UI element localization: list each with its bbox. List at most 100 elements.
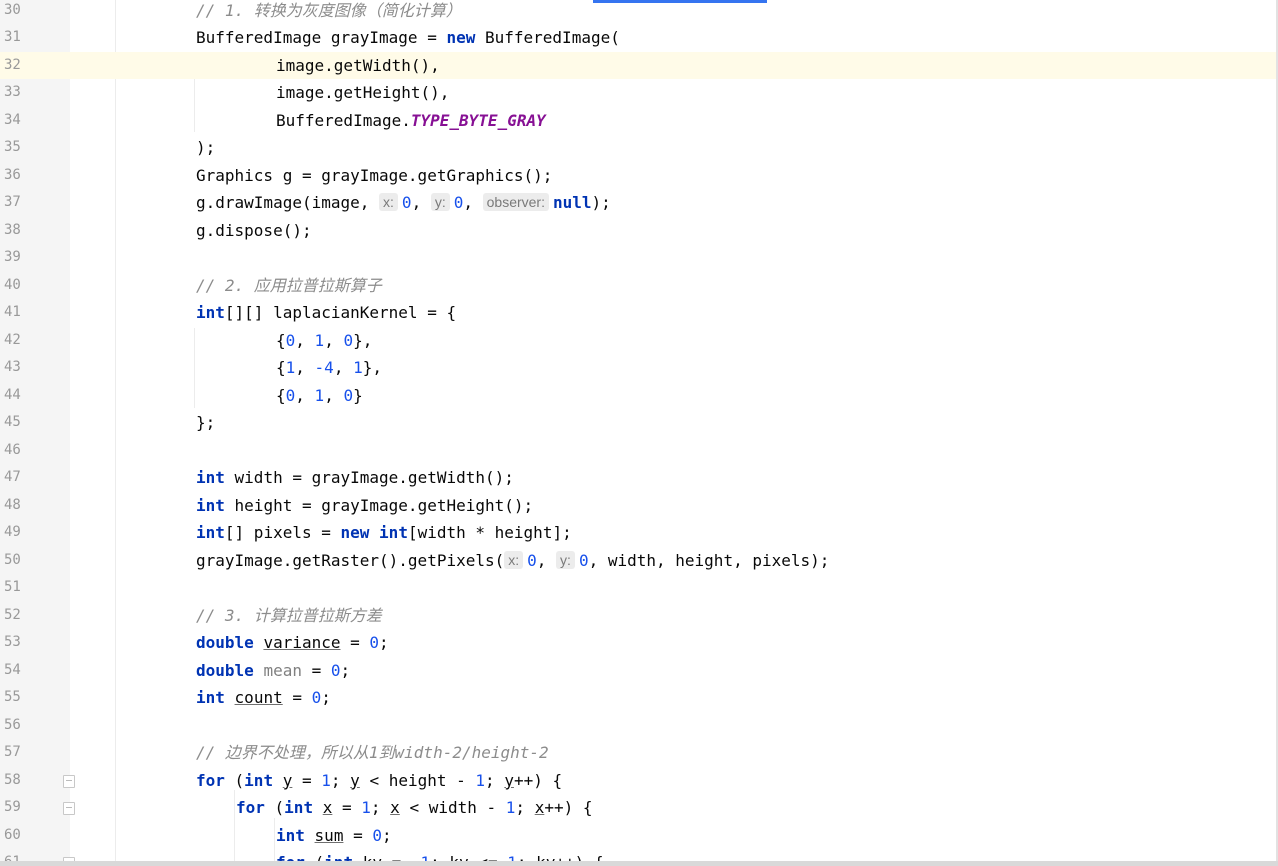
- code-token: ;: [330, 770, 351, 790]
- code-text[interactable]: double variance = 0;: [196, 629, 389, 657]
- code-token: BufferedImage(: [475, 28, 620, 47]
- code-token: y: [282, 770, 293, 790]
- parameter-hint: y:: [556, 550, 575, 569]
- code-text[interactable]: for (int x = 1; x < width - 1; x++) {: [236, 794, 593, 822]
- code-text[interactable]: {1, -4, 1},: [276, 354, 382, 382]
- code-line[interactable]: 50 grayImage.getRaster().getPixels(x: 0, y…: [0, 547, 1278, 575]
- code-line[interactable]: 46: [0, 437, 1278, 465]
- parameter-hint: x:: [504, 550, 524, 569]
- code-line[interactable]: 37 g.drawImage(image, x: 0, y: 0, observer:…: [0, 189, 1278, 217]
- code-line[interactable]: 49 int[] pixels = new int[width * height]…: [0, 519, 1278, 547]
- code-text[interactable]: image.getHeight(),: [276, 79, 449, 107]
- code-token: );: [591, 193, 611, 212]
- code-text[interactable]: };: [196, 409, 215, 437]
- line-number: 58: [4, 771, 21, 788]
- code-line[interactable]: 38 g.dispose();: [0, 217, 1278, 245]
- code-line[interactable]: 41 int[][] laplacianKernel = {: [0, 299, 1278, 327]
- code-token: grayImage.getRaster().getPixels(: [196, 550, 505, 570]
- code-line[interactable]: 54 double mean = 0;: [0, 657, 1278, 685]
- code-token: [] pixels =: [224, 523, 341, 542]
- code-text[interactable]: // 2. 应用拉普拉斯算子: [196, 272, 382, 300]
- code-line[interactable]: 47 int width = grayImage.getWidth();: [0, 464, 1278, 492]
- code-text[interactable]: );: [196, 134, 215, 162]
- code-editor[interactable]: 30 // 1. 转换为灰度图像（简化计算） 31 BufferedImage gra…: [0, 0, 1278, 866]
- code-token: TYPE_BYTE_GRAY: [410, 110, 546, 130]
- code-line[interactable]: 40 // 2. 应用拉普拉斯算子: [0, 272, 1278, 300]
- code-line[interactable]: 52 // 3. 计算拉普拉斯方差: [0, 602, 1278, 630]
- code-line[interactable]: 39: [0, 244, 1278, 272]
- line-number: 43: [4, 359, 21, 375]
- code-text[interactable]: int[] pixels = new int[width * height];: [196, 519, 572, 547]
- code-text[interactable]: int sum = 0;: [276, 822, 392, 850]
- code-line[interactable]: 33 image.getHeight(),: [0, 79, 1278, 107]
- code-text[interactable]: int width = grayImage.getWidth();: [196, 464, 514, 492]
- fold-marker-icon[interactable]: [63, 774, 75, 788]
- code-token: width = grayImage.getWidth();: [224, 468, 514, 487]
- code-token: int: [196, 523, 225, 542]
- line-number: 45: [4, 414, 21, 430]
- line-number: 50: [4, 551, 21, 568]
- code-token: // 2. 应用拉普拉斯算子: [196, 275, 382, 295]
- line-number: 37: [4, 194, 21, 210]
- code-token: 1: [475, 770, 486, 790]
- code-text[interactable]: Graphics g = grayImage.getGraphics();: [196, 162, 552, 190]
- code-line[interactable]: 45};: [0, 409, 1278, 437]
- fold-marker-icon[interactable]: [63, 802, 75, 815]
- code-line[interactable]: 35);: [0, 134, 1278, 162]
- code-token: 1: [285, 358, 296, 377]
- code-token: ;: [379, 633, 389, 652]
- line-number: 32: [0, 51, 50, 79]
- code-line[interactable]: 36 Graphics g = grayImage.getGraphics();: [0, 162, 1278, 190]
- code-line[interactable]: 53 double variance = 0;: [0, 629, 1278, 657]
- code-line[interactable]: 57 // 边界不处理，所以从1到width-2/height-2: [0, 739, 1278, 767]
- code-line[interactable]: 43 {1, -4, 1},: [0, 354, 1278, 382]
- code-token: int: [196, 688, 225, 707]
- code-line[interactable]: 60 int sum = 0;: [0, 822, 1278, 850]
- code-token: // 1. 转换为灰度图像（简化计算）: [196, 0, 462, 20]
- code-text[interactable]: int[][] laplacianKernel = {: [196, 299, 456, 327]
- code-text[interactable]: g.dispose();: [196, 217, 312, 245]
- code-token: 0: [285, 330, 296, 350]
- code-text[interactable]: for (int y = 1; y < height - 1; y++) {: [196, 767, 562, 795]
- code-line[interactable]: 42 {0, 1, 0},: [0, 327, 1278, 355]
- code-token: int: [196, 468, 225, 487]
- code-token: };: [196, 413, 216, 432]
- code-token: < height -: [359, 770, 476, 790]
- code-text[interactable]: BufferedImage.TYPE_BYTE_GRAY: [276, 107, 546, 135]
- code-token: mean: [263, 660, 302, 680]
- code-text[interactable]: image.getWidth(),: [276, 52, 440, 80]
- code-token: , width, height, pixels);: [588, 550, 830, 570]
- code-text[interactable]: BufferedImage grayImage = new BufferedIm…: [196, 24, 620, 52]
- code-line[interactable]: 56: [0, 712, 1278, 740]
- code-token: 0: [453, 193, 464, 212]
- horizontal-scrollbar[interactable]: [0, 861, 1278, 866]
- code-line[interactable]: 58 for (int y = 1; y < height - 1; y++) {: [0, 767, 1278, 795]
- code-text[interactable]: // 1. 转换为灰度图像（简化计算）: [196, 0, 462, 24]
- code-text[interactable]: int count = 0;: [196, 684, 331, 712]
- code-text[interactable]: double mean = 0;: [196, 657, 350, 685]
- line-number: 47: [4, 469, 21, 485]
- code-line[interactable]: 59 for (int x = 1; x < width - 1; x++) {: [0, 794, 1278, 822]
- code-line[interactable]: 48 int height = grayImage.getHeight();: [0, 492, 1278, 520]
- code-text[interactable]: // 3. 计算拉普拉斯方差: [196, 602, 382, 630]
- code-text[interactable]: {0, 1, 0},: [276, 327, 372, 355]
- code-text[interactable]: int height = grayImage.getHeight();: [196, 492, 533, 520]
- code-token: < width -: [399, 798, 506, 817]
- code-line[interactable]: 31 BufferedImage grayImage = new Buffered…: [0, 24, 1278, 52]
- code-line[interactable]: 51: [0, 574, 1278, 602]
- code-text[interactable]: {0, 1, 0}: [276, 382, 363, 410]
- code-line[interactable]: 34 BufferedImage.TYPE_BYTE_GRAY: [0, 107, 1278, 135]
- code-token: 0: [343, 330, 354, 350]
- code-text[interactable]: grayImage.getRaster().getPixels(x: 0, y: 0…: [196, 547, 829, 575]
- code-text[interactable]: g.drawImage(image, x: 0, y: 0, observer: nu…: [196, 189, 611, 217]
- code-line[interactable]: 32 image.getWidth(),: [0, 51, 1278, 80]
- code-line[interactable]: 44 {0, 1, 0}: [0, 382, 1278, 410]
- code-text[interactable]: // 边界不处理，所以从1到width-2/height-2: [196, 739, 549, 767]
- code-token: sum: [314, 825, 344, 845]
- line-number: 57: [4, 744, 21, 760]
- code-token: ,: [324, 385, 344, 405]
- code-token: (: [224, 770, 245, 790]
- code-line[interactable]: 30 // 1. 转换为灰度图像（简化计算）: [0, 0, 1278, 24]
- code-line[interactable]: 55 int count = 0;: [0, 684, 1278, 712]
